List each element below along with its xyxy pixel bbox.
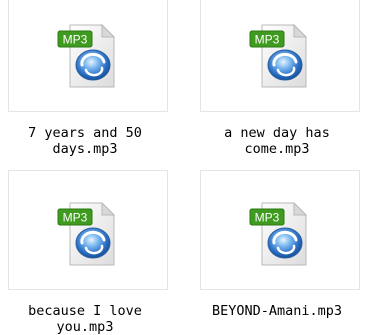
mp3-file-icon <box>249 201 308 266</box>
mp3-file-icon <box>57 23 116 88</box>
file-name-line: 7 years and 50 <box>28 125 142 141</box>
file-item-1[interactable]: MP3 a new day has come.mp3 <box>189 0 365 157</box>
file-name-line: because I love <box>28 303 142 319</box>
file-name[interactable]: a new day has come.mp3 <box>189 125 365 157</box>
file-name-line: come.mp3 <box>244 141 310 157</box>
file-name-line: a new day has <box>224 125 330 141</box>
file-item-0[interactable]: MP3 7 years and 50 days.mp3 <box>0 0 173 157</box>
file-name-line: days.mp3 <box>52 141 118 157</box>
file-name-line: BEYOND-Amani.mp3 <box>211 303 343 319</box>
thumbnail-frame[interactable]: MP3 <box>200 0 360 112</box>
mp3-file-icon <box>57 201 116 266</box>
file-item-3[interactable]: MP3 BEYOND-Amani.mp3 <box>189 170 365 335</box>
file-name[interactable]: 7 years and 50 days.mp3 <box>0 125 173 157</box>
thumbnail-frame[interactable]: MP3 <box>200 170 360 290</box>
thumbnail-frame[interactable]: MP3 <box>8 0 168 112</box>
mp3-file-icon <box>249 23 308 88</box>
file-name[interactable]: BEYOND-Amani.mp3 <box>189 303 365 319</box>
file-name-line: you.mp3 <box>56 319 114 335</box>
file-item-2[interactable]: MP3 because I love you.mp3 <box>0 170 173 335</box>
thumbnail-frame[interactable]: MP3 <box>8 170 168 290</box>
file-name[interactable]: because I love you.mp3 <box>0 303 173 335</box>
